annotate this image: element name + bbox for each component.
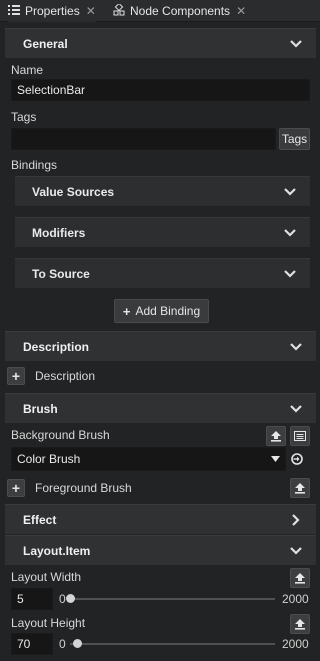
layout-width-input[interactable]: 5 <box>11 588 53 610</box>
description-label: Description <box>35 369 96 383</box>
section-brush[interactable]: Brush <box>5 393 316 423</box>
nodes-icon <box>113 2 125 19</box>
chevron-right-icon <box>292 514 300 526</box>
layout-height-slider[interactable] <box>70 643 275 645</box>
tags-label: Tags <box>11 110 37 124</box>
foreground-brush-label: Foreground Brush <box>35 481 132 495</box>
layout-width-slider[interactable] <box>70 598 275 600</box>
layout-width-slider-thumb[interactable] <box>66 594 75 603</box>
plus-icon: + <box>11 368 21 384</box>
to-source-title: To Source <box>32 266 90 281</box>
close-icon[interactable]: ✕ <box>236 4 246 18</box>
to-source-group[interactable]: To Source <box>15 258 310 288</box>
plus-icon: + <box>122 303 131 319</box>
layout-height-input[interactable]: 70 <box>11 633 53 655</box>
tab-node-components-label: Node Components <box>130 4 231 18</box>
chevron-down-icon <box>284 229 296 237</box>
upload-icon[interactable] <box>290 614 310 634</box>
tab-bar: Properties ✕ Node Components ✕ <box>0 0 320 22</box>
properties-icon[interactable] <box>290 426 310 446</box>
close-icon[interactable]: ✕ <box>86 4 96 18</box>
tags-field[interactable] <box>11 128 276 150</box>
chevron-down-icon <box>284 188 296 196</box>
layout-height-min: 0 <box>59 637 66 651</box>
section-brush-title: Brush <box>23 401 58 416</box>
bindings-label: Bindings <box>11 158 58 172</box>
background-brush-value: Color Brush <box>17 452 81 466</box>
layout-width-label: Layout Width <box>11 570 82 584</box>
list-icon <box>8 4 20 18</box>
layout-height-label: Layout Height <box>11 616 86 630</box>
section-description[interactable]: Description <box>5 331 316 361</box>
section-general[interactable]: General <box>5 28 316 58</box>
add-foreground-brush-button[interactable]: + <box>7 479 25 497</box>
tab-properties-label: Properties <box>25 4 80 18</box>
tags-button[interactable]: Tags <box>279 128 310 150</box>
plus-icon: + <box>11 480 21 496</box>
upload-icon[interactable] <box>290 478 310 498</box>
tab-properties[interactable]: Properties ✕ <box>8 0 96 22</box>
dropdown-arrow-icon <box>271 456 280 462</box>
name-label: Name <box>11 63 44 77</box>
value-sources-group[interactable]: Value Sources <box>15 176 310 206</box>
chevron-down-icon <box>290 405 302 413</box>
layout-width-min: 0 <box>59 592 66 606</box>
tab-node-components[interactable]: Node Components ✕ <box>113 0 246 22</box>
add-binding-label: Add Binding <box>135 304 201 318</box>
layout-height-max: 2000 <box>282 637 309 651</box>
value-sources-title: Value Sources <box>32 184 115 199</box>
upload-icon[interactable] <box>266 426 286 446</box>
section-description-title: Description <box>23 339 90 354</box>
name-field[interactable]: SelectionBar <box>11 79 310 101</box>
background-brush-label: Background Brush <box>11 428 110 442</box>
modifiers-title: Modifiers <box>32 225 86 240</box>
upload-icon[interactable] <box>290 568 310 588</box>
section-general-title: General <box>23 36 68 51</box>
reset-icon[interactable] <box>290 452 304 466</box>
add-binding-button[interactable]: + Add Binding <box>114 299 209 323</box>
layout-height-slider-thumb[interactable] <box>72 639 82 648</box>
chevron-down-icon <box>284 270 296 278</box>
background-brush-select[interactable]: Color Brush <box>11 447 286 471</box>
section-layout-item[interactable]: Layout.Item <box>5 535 316 565</box>
add-description-button[interactable]: + <box>7 367 25 385</box>
modifiers-group[interactable]: Modifiers <box>15 217 310 247</box>
section-effect-title: Effect <box>23 512 57 527</box>
section-effect[interactable]: Effect <box>5 504 316 534</box>
chevron-down-icon <box>290 40 302 48</box>
layout-width-max: 2000 <box>282 592 309 606</box>
section-layout-item-title: Layout.Item <box>23 543 91 558</box>
chevron-down-icon <box>290 343 302 351</box>
chevron-down-icon <box>290 547 302 555</box>
